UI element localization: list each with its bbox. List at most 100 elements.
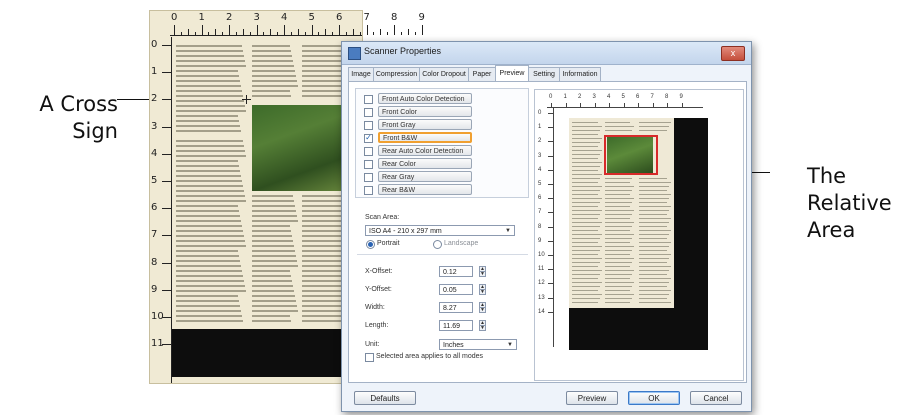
preview-text-line — [639, 238, 667, 239]
preview-text-line — [572, 230, 598, 231]
preview-text-line — [572, 178, 600, 179]
defaults-button[interactable]: Defaults — [354, 391, 416, 405]
portrait-radio[interactable] — [366, 240, 375, 249]
apply-all-checkbox[interactable] — [365, 353, 374, 362]
relative-area-frame[interactable] — [604, 135, 658, 175]
tab-compression[interactable]: Compression — [373, 67, 420, 81]
document-text-line — [302, 300, 346, 302]
document-text-line — [302, 290, 344, 292]
ok-button[interactable]: OK — [628, 391, 680, 405]
preview-text-line — [572, 158, 598, 159]
tab-information[interactable]: Information — [559, 67, 601, 81]
field-input[interactable]: 11.69 — [439, 320, 473, 331]
document-text-line — [252, 310, 298, 312]
preview-text-line — [605, 270, 634, 271]
top-ruler-tick — [339, 25, 340, 35]
preview-text-line — [605, 250, 632, 251]
document-text-line — [176, 190, 244, 192]
mode-button[interactable]: Rear Color — [378, 158, 472, 169]
preview-text-line — [605, 198, 634, 199]
dialog-titlebar[interactable]: Scanner Properties x — [342, 42, 751, 65]
mode-checkbox[interactable] — [364, 173, 373, 182]
spin-down-icon[interactable]: ▼ — [479, 325, 486, 331]
preview-button[interactable]: Preview — [566, 391, 618, 405]
document-text-line — [176, 130, 241, 132]
spin-down-icon[interactable]: ▼ — [479, 307, 486, 313]
document-text-line — [176, 50, 243, 52]
scan-area-value: ISO A4 - 210 x 297 mm — [369, 228, 442, 235]
top-ruler-minor-tick — [414, 32, 416, 35]
left-ruler-number: 9 — [151, 283, 158, 295]
left-ruler-number: 3 — [151, 120, 158, 132]
preview-text-line — [605, 214, 632, 215]
preview-text-line — [639, 242, 671, 243]
scanner-app-icon — [348, 47, 361, 60]
mode-checkbox[interactable]: ✓ — [364, 134, 373, 143]
document-text-line — [302, 255, 346, 257]
document-text-line — [252, 305, 297, 307]
preview-tab-panel: Front Auto Color Detection Front Color Fro… — [348, 81, 747, 383]
mode-checkbox[interactable] — [364, 186, 373, 195]
document-text-line — [176, 120, 239, 122]
tab-color-dropout[interactable]: Color Dropout — [419, 67, 469, 81]
mode-button[interactable]: Front B&W — [378, 132, 472, 143]
document-text-line — [176, 60, 245, 62]
mode-checkbox[interactable] — [364, 108, 373, 117]
mode-button[interactable]: Rear Gray — [378, 171, 472, 182]
preview-text-line — [639, 230, 671, 231]
preview-text-line — [572, 290, 598, 291]
document-text-line — [176, 170, 240, 172]
tab-setting[interactable]: Setting — [528, 67, 560, 81]
preview-text-line — [639, 210, 669, 211]
tab-preview[interactable]: Preview — [495, 65, 529, 81]
preview-text-line — [572, 266, 598, 267]
document-text-line — [176, 240, 245, 242]
tab-image[interactable]: Image — [348, 67, 374, 81]
preview-text-line — [572, 250, 600, 251]
top-ruler-minor-tick — [407, 29, 409, 35]
scan-area-select[interactable]: ISO A4 - 210 x 297 mm ▼ — [365, 225, 515, 236]
mode-checkbox[interactable] — [364, 160, 373, 169]
preview-black-background — [674, 118, 708, 308]
spin-down-icon[interactable]: ▼ — [479, 289, 486, 295]
preview-top-ruler-number: 3 — [592, 94, 596, 100]
field-input[interactable]: 0.12 — [439, 266, 473, 277]
relative-area-line-2: Relative — [807, 191, 892, 215]
mode-checkbox[interactable] — [364, 95, 373, 104]
mode-button[interactable]: Rear Auto Color Detection — [378, 145, 472, 156]
document-text-line — [252, 195, 293, 197]
field-input[interactable]: 0.05 — [439, 284, 473, 295]
mode-button[interactable]: Rear B&W — [378, 184, 472, 195]
preview-text-line — [572, 126, 602, 127]
preview-panel[interactable]: 0 1 2 3 4 5 6 7 8 9 0 1 2 3 4 5 6 7 8 9 10 11 12 13 14 — [534, 89, 744, 381]
close-button[interactable]: x — [721, 46, 745, 61]
mode-button[interactable]: Front Gray — [378, 119, 472, 130]
landscape-radio[interactable] — [433, 240, 442, 249]
preview-text-line — [639, 246, 669, 247]
document-text-line — [252, 240, 293, 242]
preview-text-line — [572, 222, 602, 223]
document-text-line — [176, 80, 240, 82]
field-label: Length: — [365, 322, 389, 329]
left-ruler-number: 4 — [151, 147, 158, 159]
preview-text-line — [605, 246, 634, 247]
field-label: X-Offset: — [365, 268, 393, 275]
tab-paper[interactable]: Paper — [468, 67, 496, 81]
unit-select[interactable]: Inches ▼ — [439, 339, 517, 350]
preview-text-line — [572, 186, 602, 187]
mode-checkbox[interactable] — [364, 147, 373, 156]
cancel-button[interactable]: Cancel — [690, 391, 742, 405]
mode-checkbox[interactable] — [364, 121, 373, 130]
left-ruler-number: 0 — [151, 39, 158, 50]
preview-text-line — [572, 122, 598, 123]
preview-text-line — [572, 202, 600, 203]
mode-button[interactable]: Front Color — [378, 106, 472, 117]
preview-left-ruler-number: 8 — [538, 223, 542, 230]
field-input[interactable]: 8.27 — [439, 302, 473, 313]
spin-down-icon[interactable]: ▼ — [479, 271, 486, 277]
mode-button[interactable]: Front Auto Color Detection — [378, 93, 472, 104]
preview-text-line — [605, 230, 630, 231]
document-text-line — [252, 220, 298, 222]
document-text-line — [252, 290, 294, 292]
preview-left-ruler-number: 7 — [538, 209, 542, 216]
